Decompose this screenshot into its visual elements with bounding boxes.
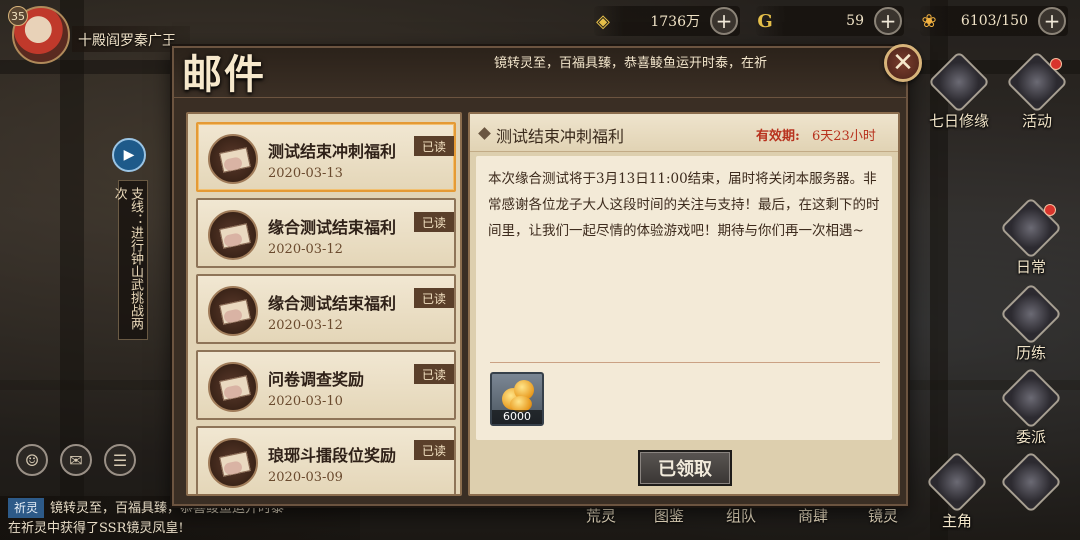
jade-value: 59 [846,13,864,29]
bottom-menu-item[interactable]: 荒灵 [586,505,616,526]
mail-detail-header: 测试结束冲刺福利 有效期: 6天23小时 [470,114,898,152]
mail-list-item[interactable]: 琅琊斗擂段位奖励 2020-03-09 已读 [196,426,456,494]
envelope-icon [208,134,258,184]
mail-item-title: 测试结束冲刺福利 [268,142,397,161]
divider [490,362,880,363]
reward-item[interactable]: 6000 [490,372,544,426]
training-button[interactable]: 历练 [999,282,1063,363]
player-level: 35 [8,6,28,26]
add-jade-button[interactable]: + [874,7,902,35]
mail-list[interactable]: 测试结束冲刺福利 2020-03-13 已读 缘合测试结束福利 2020-03-… [186,112,462,496]
chat-line-2: 在祈灵中获得了SSR镜灵凤皇! [8,521,184,536]
envelope-icon [208,438,258,488]
announcement-marquee: 镜转灵至，百福具臻，恭喜鲮鱼运开时泰，在祈 [494,56,768,71]
daily-button[interactable]: 日常 [999,196,1063,277]
expiry-label: 有效期: [756,129,800,144]
mail-item-title: 琅琊斗擂段位奖励 [268,446,397,465]
mail-list-item[interactable]: 缘合测试结束福利 2020-03-12 已读 [196,274,456,344]
dispatch-icon [999,366,1063,430]
mail-item-date: 2020-03-10 [268,394,343,409]
mail-window: 邮件 镜转灵至，百福具臻，恭喜鲮鱼运开时泰，在祈 ✕ 测试结束冲刺福利 2020… [172,44,922,506]
mail-item-date: 2020-03-09 [268,470,343,485]
menu-button[interactable] [999,450,1063,514]
mail-title: 邮件 [182,51,266,98]
expiry-value: 6天23小时 [812,129,876,144]
mail-list-item[interactable]: 问卷调查奖励 2020-03-10 已读 [196,350,456,420]
mail-item-title: 问卷调查奖励 [268,370,365,389]
read-badge: 已读 [414,288,454,308]
quest-play-icon[interactable]: ▶ [112,138,146,172]
jade-icon: G [757,10,773,32]
mail-body-text: 本次缘合测试将于3月13日11:00结束，届时将关闭本服务器。非常感谢各位龙子大… [488,171,880,239]
read-badge: 已读 [414,212,454,232]
mail-item-date: 2020-03-12 [268,318,343,333]
training-icon [999,282,1063,346]
coin-value: 1736万 [650,14,700,30]
seven-day-button[interactable]: 七日修缘 [927,50,991,131]
bottom-menu-item[interactable]: 商肆 [798,505,828,526]
coin-resource: ◈ 1736万 + [594,6,740,36]
read-badge: 已读 [414,364,454,384]
player-name: 十殿阎罗秦广王 [78,33,176,49]
mail-detail-title: 测试结束冲刺福利 [496,127,625,146]
mail-item-title: 缘合测试结束福利 [268,218,397,237]
bottom-menu-item[interactable]: 镜灵 [868,505,898,526]
mail-item-date: 2020-03-13 [268,166,343,181]
notification-dot [1050,58,1062,70]
stamina-resource: ❀ 6103/150 + [920,6,1068,36]
close-button[interactable]: ✕ [884,44,922,82]
mail-list-item[interactable]: 缘合测试结束福利 2020-03-12 已读 [196,198,456,268]
activity-button[interactable]: 活动 [1005,50,1069,131]
bottom-menu-item[interactable]: 图鉴 [654,505,684,526]
side-quest-tab[interactable]: 支线：进行钟山武挑战两次 [112,180,148,340]
read-badge: 已读 [414,440,454,460]
activity-label: 活动 [1021,112,1052,130]
protagonist-icon [925,450,989,514]
seven-day-label: 七日修缘 [928,112,989,130]
diamond-bullet-icon [478,127,491,140]
mail-list-item[interactable]: 测试结束冲刺福利 2020-03-13 已读 [196,122,456,192]
stamina-icon: ❀ [921,10,937,32]
dispatch-label: 委派 [1015,428,1046,446]
envelope-icon [208,210,258,260]
chat-tag: 祈灵 [8,498,45,518]
envelope-icon [208,362,258,412]
mail-icon[interactable]: ✉ [60,444,92,476]
mail-content: 本次缘合测试将于3月13日11:00结束，届时将关闭本服务器。非常感谢各位龙子大… [476,156,892,440]
jade-resource: G 59 + [756,6,904,36]
friends-icon[interactable]: ☺ [16,444,48,476]
add-stamina-button[interactable]: + [1038,7,1066,35]
claimed-button[interactable]: 已领取 [638,450,732,486]
notification-dot [1044,204,1056,216]
mail-detail: 测试结束冲刺福利 有效期: 6天23小时 本次缘合测试将于3月13日11:00结… [468,112,900,496]
seven-day-icon [927,50,991,114]
coin-icon: ◈ [596,10,610,32]
add-coin-button[interactable]: + [710,7,738,35]
daily-label: 日常 [1015,258,1046,276]
read-badge: 已读 [414,136,454,156]
envelope-icon [208,286,258,336]
training-label: 历练 [1015,344,1046,362]
mail-item-title: 缘合测试结束福利 [268,294,397,313]
stamina-value: 6103/150 [960,13,1028,29]
bottom-menu-item[interactable]: 组队 [726,505,756,526]
reward-quantity: 6000 [492,410,542,424]
protagonist-label: 主角 [941,512,972,530]
dispatch-button[interactable]: 委派 [999,366,1063,447]
menu-icon [999,450,1063,514]
notes-icon[interactable]: ☰ [104,444,136,476]
mail-item-date: 2020-03-12 [268,242,343,257]
protagonist-button[interactable]: 主角 [925,450,989,531]
